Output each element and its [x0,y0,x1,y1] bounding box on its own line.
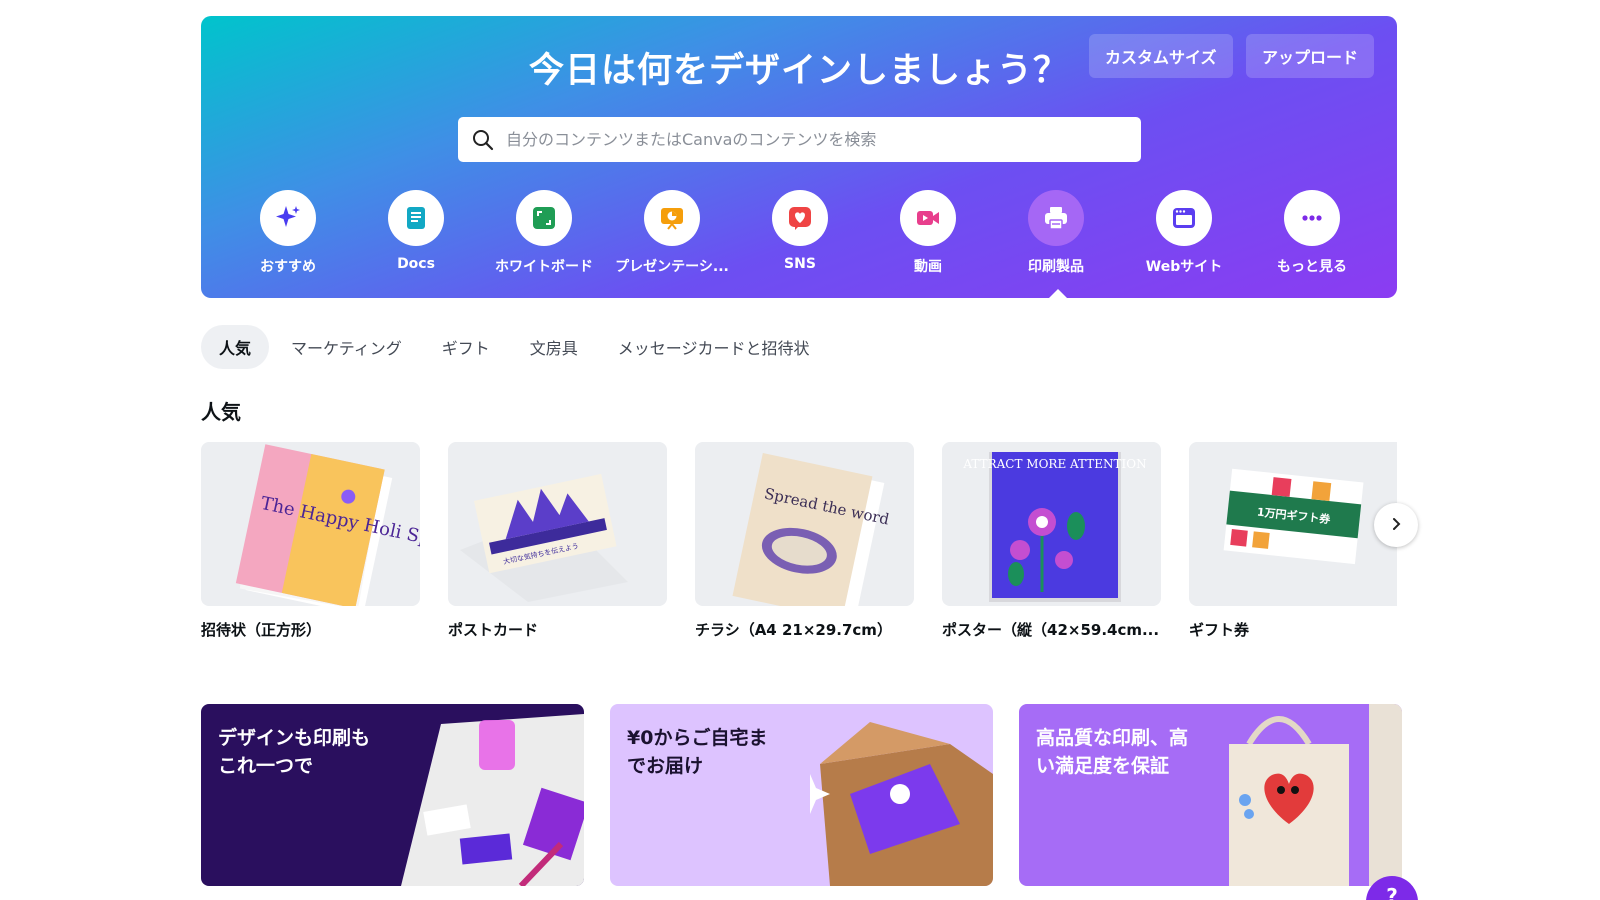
active-category-caret [1048,289,1068,299]
tab-popular[interactable]: 人気 [201,325,270,369]
doc-icon [388,190,444,246]
tab-message-cards[interactable]: メッセージカードと招待状 [600,325,828,369]
category-label: もっと見る [1277,259,1347,275]
presentation-icon [644,190,700,246]
category-row: おすすめ Docs ホワイトボード プレゼンテーシ... SNS 動画 印刷製品… [201,190,1397,290]
card-thumbnail: 1万円ギフト券 [1189,442,1397,606]
category-docs[interactable]: Docs [356,190,476,272]
category-sns[interactable]: SNS [740,190,860,272]
upload-button[interactable]: アップロード [1246,34,1375,78]
video-icon [900,190,956,246]
category-label: 印刷製品 [1028,259,1084,275]
category-more[interactable]: もっと見る [1252,190,1372,276]
category-label: プレゼンテーシ... [615,259,729,275]
card-caption: ポスター（縦（42×59.4cm... [942,621,1160,639]
category-label: Webサイト [1145,259,1223,275]
printer-icon [1028,190,1084,246]
card-thumbnail: 大切な気持ちを伝えよう [448,442,667,606]
category-video[interactable]: 動画 [868,190,988,276]
card-caption: ポストカード [448,621,539,639]
category-label: おすすめ [260,259,316,275]
search-bar[interactable] [458,117,1141,162]
card-thumbnail: ATTRACT MORE ATTENTION [942,442,1161,606]
search-icon [470,127,496,153]
category-recommended[interactable]: おすすめ [228,190,348,276]
tote-bag-illustration [1229,704,1402,886]
sparkle-icon [260,190,316,246]
card-thumb-text: ATTRACT MORE ATTENTION [962,457,1146,471]
filter-tabs: 人気 マーケティング ギフト 文房具 メッセージカードと招待状 [201,325,831,369]
card-poster[interactable]: ATTRACT MORE ATTENTION ポスター（縦（42×59.4cm.… [942,442,1161,640]
section-title: 人気 [201,400,241,424]
card-caption: ギフト券 [1189,621,1250,639]
category-website[interactable]: Webサイト [1124,190,1244,276]
category-whiteboard[interactable]: ホワイトボード [484,190,604,276]
carousel-next-button[interactable] [1374,503,1418,547]
card-thumbnail: The Happy Holi Spree [201,442,420,606]
category-label: SNS [784,256,816,272]
chevron-right-icon [1389,516,1403,535]
search-input[interactable] [506,130,1129,149]
promo-text: 高品質な印刷、高 い満足度を保証 [1036,727,1189,777]
promo-quality-guarantee[interactable]: 高品質な印刷、高 い満足度を保証 [1019,704,1402,886]
promo-home-delivery[interactable]: ¥0からご自宅ま でお届け [610,704,993,886]
whiteboard-icon [516,190,572,246]
category-label: 動画 [914,259,942,275]
stationery-illustration [401,714,584,886]
custom-size-button[interactable]: カスタムサイズ [1089,34,1233,78]
website-icon [1156,190,1212,246]
card-thumbnail: Spread the word [695,442,914,606]
delivery-box-illustration [810,722,993,886]
tab-gift[interactable]: ギフト [424,325,508,369]
category-print[interactable]: 印刷製品 [996,190,1116,276]
heart-icon [772,190,828,246]
promo-banners: デザインも印刷も これ一つで ¥0からご自宅ま でお届け 高品質な印刷、高 い満… [201,704,1402,886]
card-invitation[interactable]: The Happy Holi Spree 招待状（正方形） [201,442,420,640]
tab-marketing[interactable]: マーケティング [273,325,420,369]
hero-banner: 今日は何をデザインしましょう？ カスタムサイズ アップロード おすすめ Docs… [201,16,1397,299]
category-label: Docs [397,256,435,272]
promo-text: ¥0からご自宅ま でお届け [627,727,768,777]
card-flyer[interactable]: Spread the word チラシ（A4 21×29.7cm） [695,442,914,640]
promo-text: デザインも印刷も これ一つで [218,727,371,777]
more-icon [1284,190,1340,246]
card-postcard[interactable]: 大切な気持ちを伝えよう ポストカード [448,442,667,640]
category-presentation[interactable]: プレゼンテーシ... [612,190,732,276]
template-carousel: The Happy Holi Spree 招待状（正方形） 大切な気持ちを伝えよ… [201,442,1397,642]
card-gift-voucher[interactable]: 1万円ギフト券 ギフト券 [1189,442,1397,640]
promo-design-and-print[interactable]: デザインも印刷も これ一つで [201,704,584,886]
card-caption: 招待状（正方形） [201,621,322,639]
category-label: ホワイトボード [495,259,593,275]
tab-stationery[interactable]: 文房具 [512,325,596,369]
card-caption: チラシ（A4 21×29.7cm） [695,621,892,639]
